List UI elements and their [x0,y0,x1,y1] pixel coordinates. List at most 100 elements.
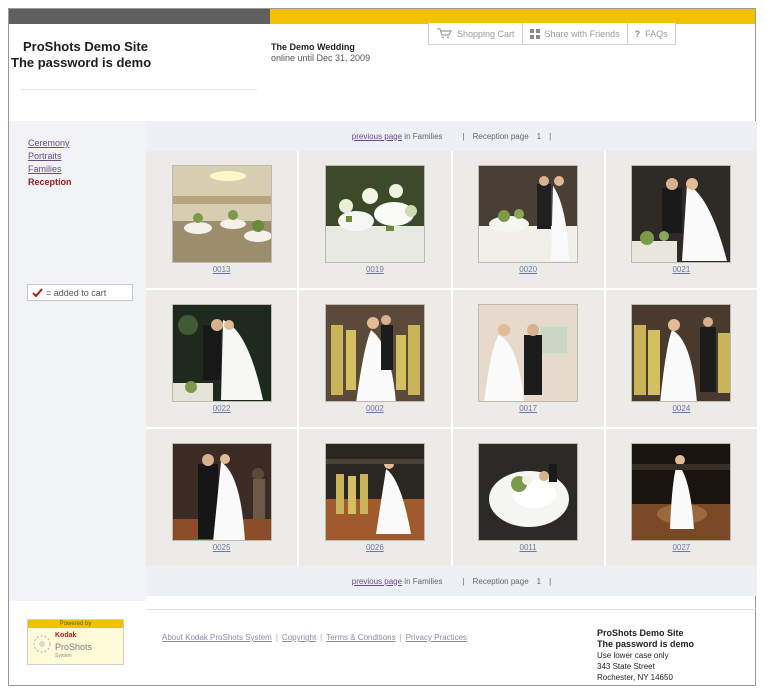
question-icon: ? [634,28,641,39]
photo-thumbnail[interactable] [324,165,425,263]
photo-thumbnail[interactable] [478,165,579,263]
previous-page-link-bottom[interactable]: previous page [352,577,402,586]
contact-street: 343 State Street [597,662,655,671]
privacy-link[interactable]: Privacy Practices [406,633,467,642]
photo-code-link[interactable]: 0013 [213,265,231,274]
photo-code-link[interactable]: 0019 [366,265,384,274]
badge-brand: Kodak [55,632,77,639]
photo-cell[interactable]: 0013 [146,151,298,288]
photo-code-link[interactable]: 0002 [366,404,384,413]
top-navigation: Shopping Cart Share with Friends ? FAQs [428,23,676,45]
footer-separator: | [320,633,323,642]
photo-image [325,444,424,540]
photo-cell[interactable]: 0020 [452,151,604,288]
kodak-proshots-badge[interactable]: Powered by Kodak ProShots System [27,619,124,665]
event-title: The Demo Wedding [271,42,355,52]
share-icon [529,28,540,39]
pager-prev: previous page in Families [352,132,443,141]
photo-image [479,305,578,401]
photo-code-link[interactable]: 0021 [672,265,690,274]
photo-image [632,444,731,540]
sidebar-item-reception[interactable]: Reception [28,176,72,189]
faqs-button[interactable]: ? FAQs [628,23,675,44]
photo-thumbnail[interactable] [631,165,732,263]
photo-cell[interactable]: 0019 [299,151,451,288]
site-subtitle: The password is demo [11,55,152,70]
checkmark-icon [32,288,43,297]
photo-cell[interactable]: 0024 [605,290,757,427]
faqs-label: FAQs [645,28,668,39]
page-separator-right-bottom: | [549,576,552,586]
contact-case-note: Use lower case only [597,651,669,660]
badge-system: System [55,653,72,659]
photo-thumbnail[interactable] [324,304,425,402]
page-indicator: | Reception page 1 | [463,132,552,141]
sidebar-item-portraits[interactable]: Portraits [28,150,72,163]
photo-code-link[interactable]: 0026 [366,543,384,552]
shopping-cart-label: Shopping Cart [457,28,515,39]
share-with-friends-button[interactable]: Share with Friends [523,23,628,44]
photo-image [325,166,424,262]
page-label: Reception page [472,131,529,141]
photo-thumbnail[interactable] [171,304,272,402]
previous-page-suffix-bottom: in Families [404,576,443,586]
contact-block: ProShots Demo Site The password is demo … [597,628,694,683]
photo-code-link[interactable]: 0024 [672,404,690,413]
pager-top: previous page in Families | Reception pa… [146,121,757,151]
page-frame: ProShots Demo Site The password is demo … [8,8,757,686]
pager-prev-bottom: previous page in Families [352,577,443,586]
photo-code-link[interactable]: 0022 [213,404,231,413]
previous-page-link[interactable]: previous page [352,132,402,141]
previous-page-suffix: in Families [404,131,443,141]
photo-grid: 0013 0019 0020 0021 0022 0002 0017 0024 0025 0026… [146,151,757,566]
sidebar-item-families[interactable]: Families [28,163,72,176]
page-separator-right: | [549,131,552,141]
photo-thumbnail[interactable] [631,443,732,541]
page-number-bottom: 1 [536,576,542,586]
page-separator-left: | [462,131,465,141]
photo-thumbnail[interactable] [478,304,579,402]
footer-divider [146,609,757,610]
photo-image [479,166,578,262]
added-to-cart-legend: = added to cart [27,284,133,301]
photo-cell[interactable]: 0002 [299,290,451,427]
photo-image [172,166,271,262]
share-label: Share with Friends [544,28,620,39]
footer-separator: | [399,633,402,642]
copyright-link[interactable]: Copyright [282,633,316,642]
photo-cell[interactable]: 0027 [605,429,757,566]
shopping-cart-button[interactable]: Shopping Cart [429,23,523,44]
sidebar: Ceremony Portraits Families Reception = … [9,121,146,601]
photo-thumbnail[interactable] [478,443,579,541]
photo-image [325,305,424,401]
photo-image [172,305,271,401]
photo-image [632,305,731,401]
photo-cell[interactable]: 0022 [146,290,298,427]
photo-code-link[interactable]: 0027 [672,543,690,552]
category-list: Ceremony Portraits Families Reception [28,137,72,189]
photo-code-link[interactable]: 0011 [520,543,537,552]
about-link[interactable]: About Kodak ProShots System [162,633,272,642]
photo-code-link[interactable]: 0017 [519,404,537,413]
photo-cell[interactable]: 0017 [452,290,604,427]
contact-city: Rochester, NY 14650 [597,673,673,682]
photo-code-link[interactable]: 0020 [519,265,537,274]
photo-cell[interactable]: 0025 [146,429,298,566]
badge-powered-by: Powered by [28,620,123,628]
photo-thumbnail[interactable] [171,165,272,263]
photo-image [479,444,578,540]
terms-link[interactable]: Terms & Conditions [326,633,395,642]
photo-cell[interactable]: 0026 [299,429,451,566]
top-bar-accent [270,9,755,24]
photo-thumbnail[interactable] [324,443,425,541]
footer-links: About Kodak ProShots System | Copyright … [162,633,467,642]
page-separator-left-bottom: | [462,576,465,586]
photo-thumbnail[interactable] [171,443,272,541]
photo-cell[interactable]: 0021 [605,151,757,288]
photo-thumbnail[interactable] [631,304,732,402]
photo-code-link[interactable]: 0025 [213,543,231,552]
photo-cell[interactable]: 0011 [452,429,604,566]
proshots-logo-icon [33,635,51,653]
page-number: 1 [536,131,542,141]
sidebar-item-ceremony[interactable]: Ceremony [28,137,72,150]
